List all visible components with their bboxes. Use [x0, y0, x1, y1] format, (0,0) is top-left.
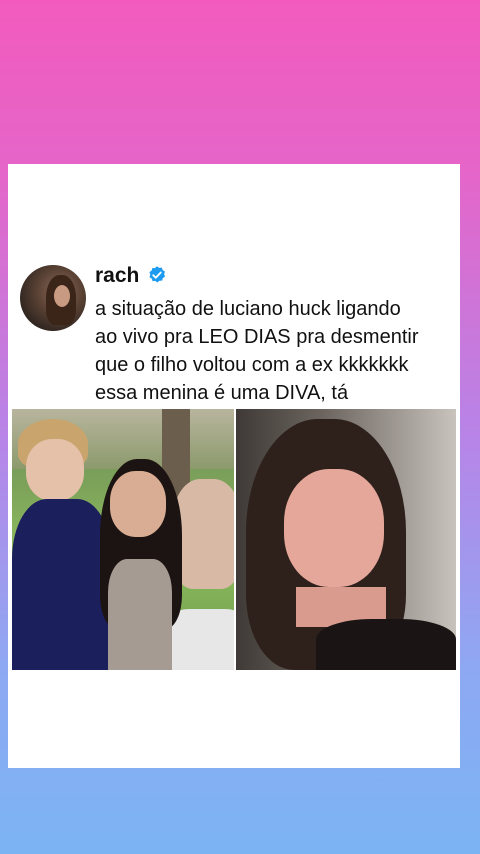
- post-text-line: que o filho voltou com a ex kkkkkkk: [95, 354, 409, 376]
- photo-person-top: [316, 619, 456, 670]
- photo-left[interactable]: [12, 409, 234, 670]
- avatar-face: [54, 285, 70, 307]
- post-text-line: ao vivo pra LEO DIAS pra desmentir: [95, 326, 419, 348]
- verified-badge-icon: [149, 266, 165, 283]
- photo-person-dress: [108, 559, 172, 670]
- photo-person-face: [110, 471, 166, 537]
- photo-right[interactable]: [236, 409, 456, 670]
- photo-person-face: [26, 439, 84, 501]
- avatar[interactable]: [20, 265, 86, 331]
- username[interactable]: rach: [95, 264, 139, 288]
- post-text-line: essa menina é uma DIVA, tá: [95, 382, 349, 404]
- photo-person-face: [284, 469, 384, 587]
- photo-person-shirt: [12, 499, 112, 670]
- post-media[interactable]: [12, 409, 456, 670]
- post-text: a situação de luciano huck ligando ao vi…: [95, 295, 455, 407]
- post-text-line: a situação de luciano huck ligando: [95, 298, 401, 320]
